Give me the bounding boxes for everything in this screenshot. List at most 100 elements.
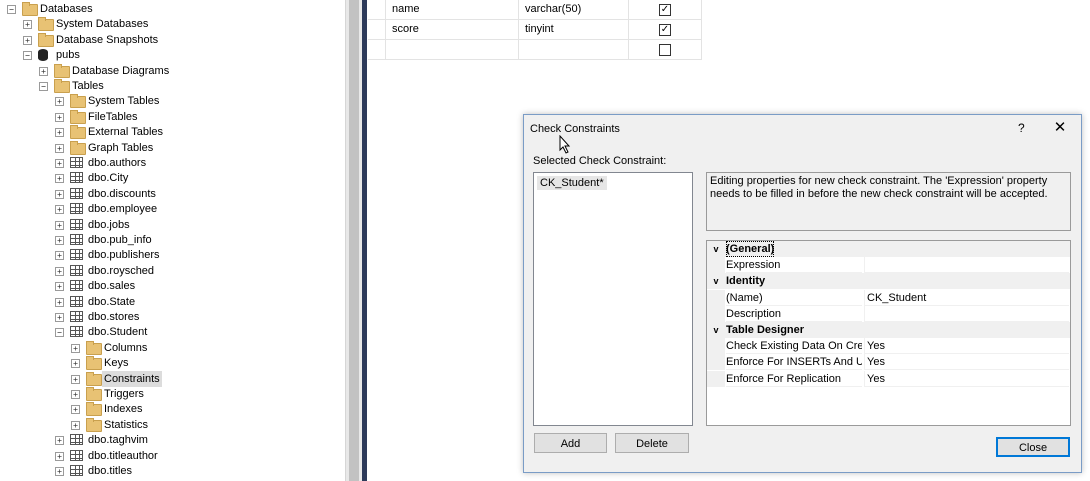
tree-node-label: dbo.City (88, 172, 129, 185)
table-icon (70, 218, 83, 230)
expand-icon[interactable]: + (55, 266, 64, 276)
expand-icon[interactable]: + (39, 66, 48, 76)
object-explorer-tree: − Databases + System Databases + Database Sna… (0, 0, 345, 481)
info-text: Editing properties for new check constra… (710, 175, 1048, 200)
delete-button[interactable]: Delete (615, 433, 689, 453)
folder-icon (86, 402, 102, 417)
property-value[interactable]: CK_Student (864, 289, 1069, 306)
column-name-cell[interactable] (386, 40, 519, 59)
expand-icon[interactable]: + (55, 236, 64, 245)
expand-icon[interactable]: + (71, 374, 80, 384)
folder-icon (70, 94, 86, 109)
collapse-icon[interactable]: − (55, 328, 64, 338)
expand-icon[interactable]: + (71, 390, 80, 399)
folder-icon (54, 63, 70, 78)
expand-icon[interactable]: + (55, 436, 64, 446)
tree-node-label: Statistics (104, 418, 149, 431)
row-selector[interactable] (368, 40, 386, 59)
tree-node-label: External Tables (88, 126, 164, 139)
column-name-cell[interactable]: score (386, 20, 519, 39)
tree-node-label: Indexes (104, 403, 143, 416)
allow-nulls-checkbox[interactable] (659, 44, 671, 56)
expand-icon[interactable]: + (55, 128, 64, 138)
folder-icon (86, 340, 102, 355)
property-value[interactable] (864, 305, 1069, 322)
property-row[interactable]: Enforce For INSERTs And UPDYes (707, 354, 1070, 371)
expand-icon[interactable]: + (55, 159, 64, 168)
allow-nulls-checkbox[interactable]: ✓ (659, 24, 671, 36)
tree-node-label: dbo.discounts (88, 187, 156, 200)
splitter[interactable] (362, 0, 367, 481)
expand-icon[interactable]: + (55, 297, 64, 307)
constraint-list[interactable]: CK_Student* (533, 172, 693, 426)
mouse-cursor-icon (559, 134, 573, 155)
expand-icon[interactable]: + (55, 251, 64, 261)
expand-icon[interactable]: + (55, 313, 64, 322)
data-type-cell[interactable] (519, 40, 629, 59)
property-category[interactable]: v Table Designer (707, 322, 1070, 338)
column-name-cell[interactable]: name (386, 0, 519, 19)
property-name: Check Existing Data On Creati (726, 338, 862, 355)
expand-icon[interactable]: + (23, 20, 32, 30)
property-name: (Name) (726, 289, 862, 306)
table-icon (70, 157, 83, 168)
expand-icon[interactable]: + (71, 405, 80, 415)
table-row[interactable] (368, 40, 702, 60)
expand-icon[interactable]: + (55, 112, 64, 122)
property-value[interactable]: Yes (864, 338, 1069, 355)
data-type-cell[interactable]: tinyint (519, 20, 629, 39)
row-selector[interactable] (368, 0, 386, 19)
help-button[interactable]: ? (1018, 121, 1025, 135)
tree-node-label: Constraints (102, 370, 162, 387)
add-button[interactable]: Add (534, 433, 607, 453)
property-name: Table Designer (726, 324, 805, 336)
property-row[interactable]: Description (707, 305, 1070, 322)
property-value[interactable]: Yes (864, 354, 1069, 371)
list-item[interactable]: CK_Student* (537, 176, 607, 190)
tree-node-label: dbo.jobs (88, 218, 130, 231)
expand-icon[interactable]: + (55, 282, 64, 292)
allow-nulls-checkbox[interactable]: ✓ (659, 4, 671, 16)
property-category[interactable]: v Identity (707, 273, 1070, 290)
expand-icon[interactable]: + (55, 143, 64, 153)
property-value[interactable]: Yes (864, 370, 1069, 387)
expand-icon[interactable]: + (55, 467, 64, 476)
expand-icon[interactable]: + (55, 205, 64, 215)
row-selector[interactable] (368, 20, 386, 39)
expand-icon[interactable]: + (55, 97, 64, 107)
property-name: Expression (726, 257, 862, 274)
scrollbar-thumb[interactable] (349, 0, 359, 481)
property-row[interactable]: Check Existing Data On Creati Yes (707, 338, 1070, 355)
collapse-chevron-icon[interactable]: v (710, 241, 722, 257)
expand-icon[interactable]: + (71, 359, 80, 369)
selected-constraint-label: Selected Check Constraint: (533, 155, 667, 167)
close-icon[interactable]: ✕ (1048, 118, 1072, 138)
tree-scrollbar[interactable] (345, 0, 362, 481)
property-category[interactable]: v (General) (707, 241, 1070, 257)
collapse-chevron-icon[interactable]: v (710, 322, 722, 338)
expand-icon[interactable]: + (55, 451, 64, 461)
property-name: Identity (726, 275, 766, 288)
tree-node-label: System Databases (56, 18, 149, 31)
expand-icon[interactable]: + (55, 189, 64, 199)
expand-icon[interactable]: + (71, 420, 80, 430)
data-type-cell[interactable]: varchar(50) (519, 0, 629, 19)
close-button[interactable]: Close (996, 437, 1070, 457)
collapse-icon[interactable]: − (23, 51, 32, 61)
table-icon (70, 326, 83, 338)
collapse-icon[interactable]: − (39, 82, 48, 91)
expand-icon[interactable]: + (55, 220, 64, 230)
table-row[interactable]: name varchar(50) ✓ (368, 0, 702, 20)
property-row[interactable]: (Name) CK_Student (707, 289, 1070, 306)
collapse-chevron-icon[interactable]: v (710, 273, 722, 289)
table-row[interactable]: score tinyint ✓ (368, 20, 702, 40)
property-row[interactable]: Enforce For Replication Yes (707, 370, 1070, 387)
property-row[interactable]: Expression (707, 257, 1070, 274)
expand-icon[interactable]: + (71, 343, 80, 353)
collapse-icon[interactable]: − (7, 5, 16, 14)
expand-icon[interactable]: + (55, 174, 64, 184)
property-grid[interactable]: v (General) Expression v Identity (Name) CK_St… (706, 240, 1071, 426)
expand-icon[interactable]: + (23, 35, 32, 45)
property-gutter (707, 354, 725, 371)
property-value[interactable] (864, 257, 1069, 274)
